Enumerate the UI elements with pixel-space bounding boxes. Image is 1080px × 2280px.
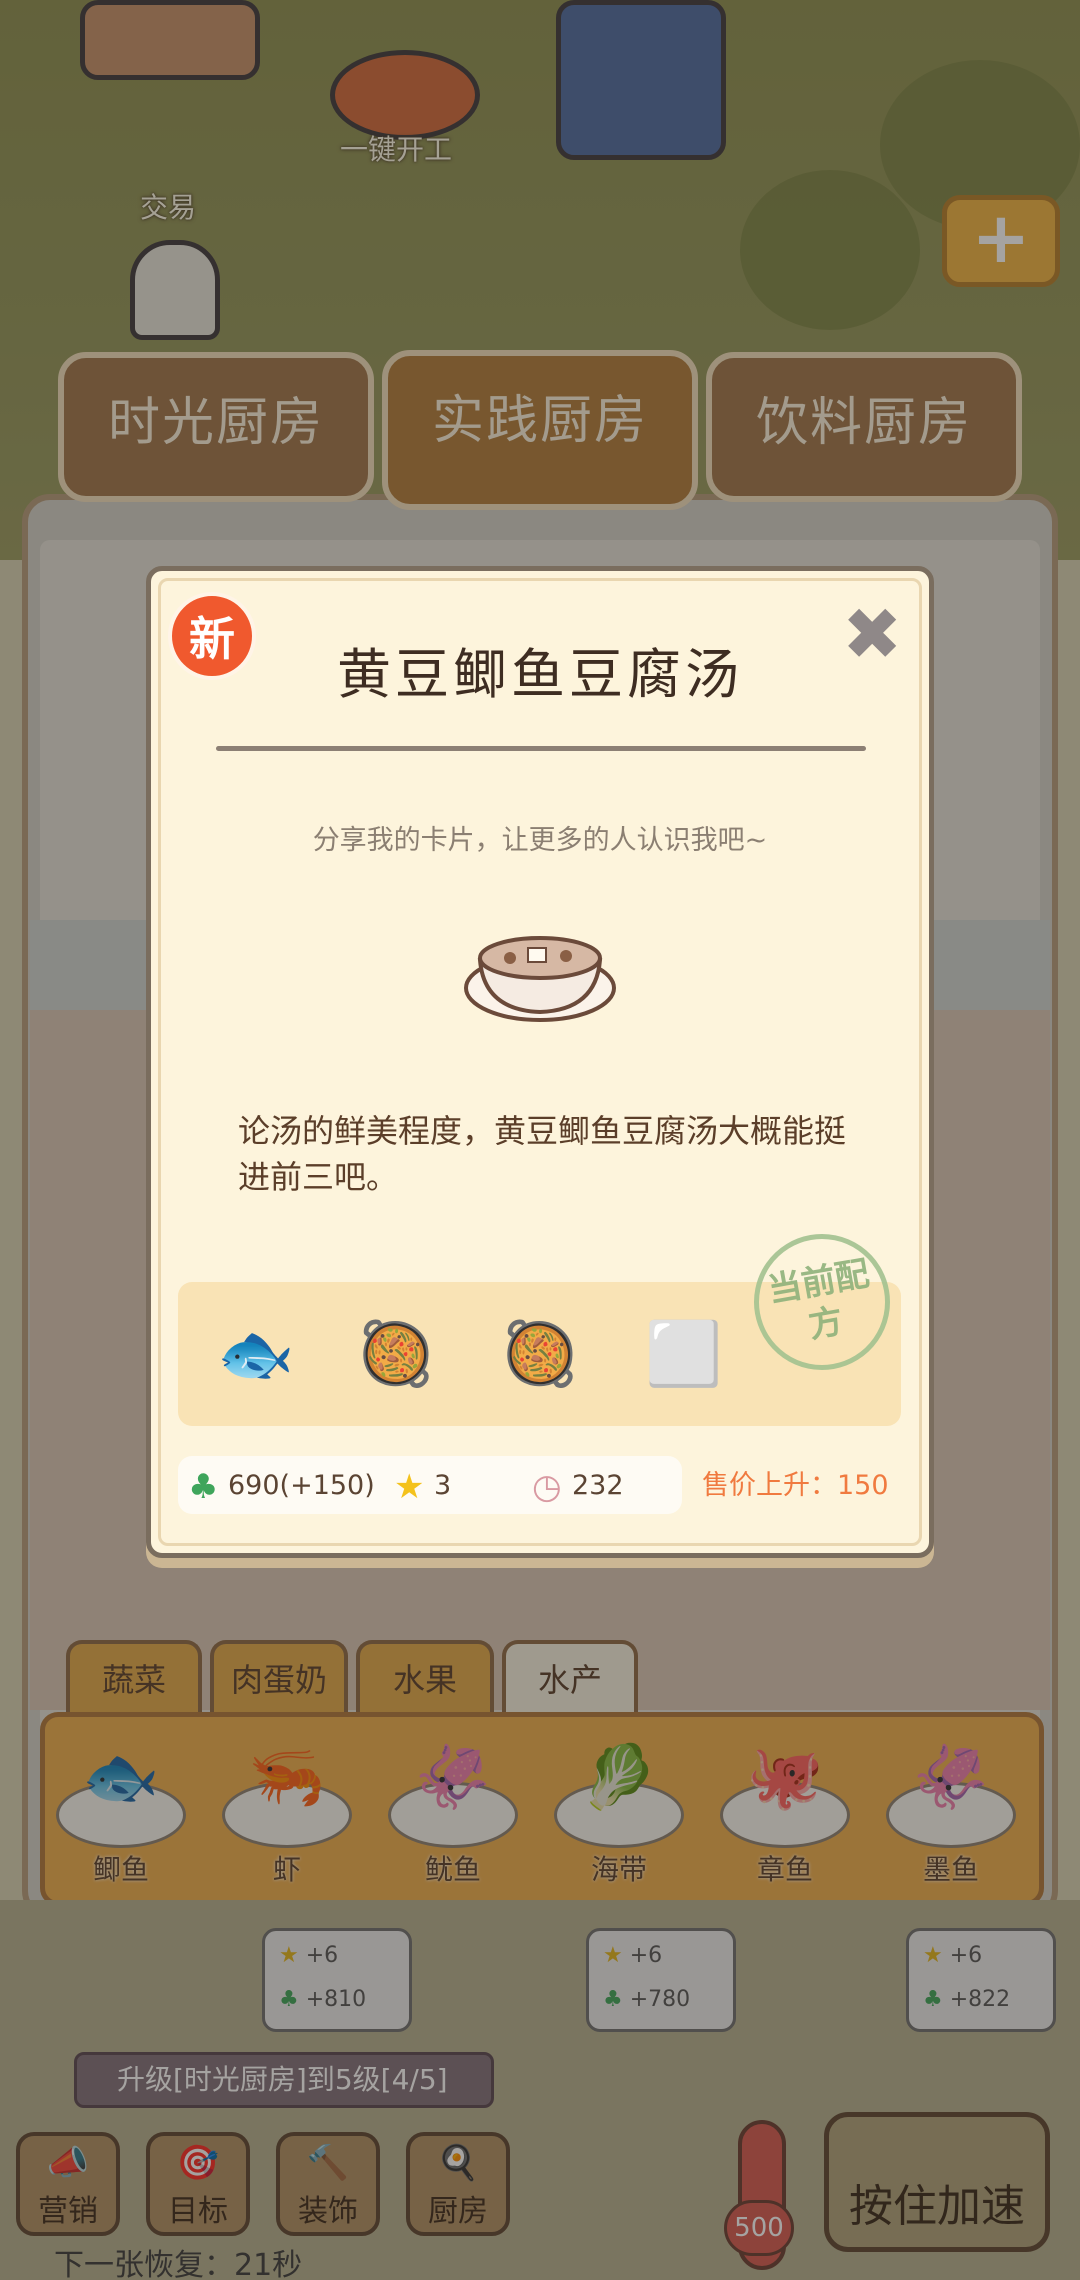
- divider: [216, 746, 866, 751]
- share-hint: 分享我的卡片，让更多的人认识我吧~: [312, 825, 768, 856]
- soybeans-icon: 🥘: [357, 1317, 435, 1390]
- star-value: 3: [434, 1470, 452, 1501]
- clover-icon: ♣: [188, 1466, 219, 1507]
- soup-bowl-icon: [464, 936, 616, 1022]
- time-value: 232: [572, 1470, 624, 1501]
- fish-icon: 🐟: [217, 1317, 295, 1390]
- star-stat: ★ 3: [394, 1466, 451, 1507]
- tofu-icon: ⬜: [645, 1317, 723, 1390]
- time-stat: ◷ 232: [532, 1466, 624, 1507]
- price-rise: 售价上升：150: [702, 1470, 889, 1501]
- clock-icon: ◷: [532, 1466, 562, 1507]
- clover-value: 690(+150): [228, 1470, 375, 1501]
- recipe-title: 黄豆鲫鱼豆腐汤: [337, 643, 743, 706]
- soybeans-icon: 🥘: [501, 1317, 579, 1390]
- star-icon: ★: [394, 1466, 425, 1507]
- recipe-description: 论汤的鲜美程度，黄豆鲫鱼豆腐汤大概能挺进前三吧。: [238, 1112, 847, 1196]
- clover-stat: ♣ 690(+150): [188, 1466, 375, 1507]
